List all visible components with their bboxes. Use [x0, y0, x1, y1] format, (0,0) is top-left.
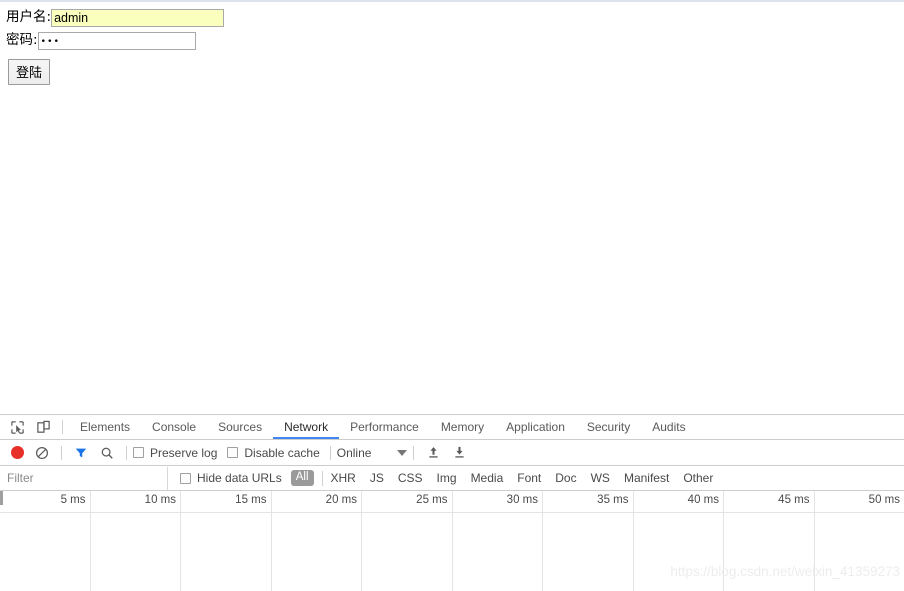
devtools-panel: Elements Console Sources Network Perform…: [0, 414, 904, 591]
username-input[interactable]: [51, 9, 225, 27]
timeline-column: 25 ms: [362, 491, 453, 591]
filter-type-doc[interactable]: Doc: [548, 471, 583, 485]
timeline-tick-label: 10 ms: [144, 494, 176, 506]
preserve-log-box[interactable]: [133, 447, 144, 458]
device-toolbar-icon[interactable]: [30, 415, 56, 439]
search-icon[interactable]: [94, 441, 120, 465]
filterbar-divider: [321, 470, 323, 486]
preserve-log-label: Preserve log: [150, 445, 218, 460]
toolbar-divider-2: [126, 445, 127, 460]
timeline-columns: 5 ms 10 ms 15 ms 20 ms 25 ms 30 ms 35 ms…: [0, 491, 904, 591]
username-label: 用户名:: [6, 9, 52, 26]
timeline-tick-label: 50 ms: [868, 494, 900, 506]
timeline-tick-label: 35 ms: [597, 494, 629, 506]
timeline-header-rule: [0, 512, 904, 513]
password-label: 密码:: [6, 32, 38, 49]
login-form: 用户名: 密码: ••• 登陆: [0, 2, 904, 85]
devtools-tabstrip: Elements Console Sources Network Perform…: [0, 415, 904, 440]
filter-funnel-icon[interactable]: [68, 441, 94, 465]
record-icon[interactable]: [11, 446, 24, 459]
timeline-column: 30 ms: [453, 491, 543, 591]
filter-input[interactable]: [0, 466, 168, 490]
throttling-value: Online: [336, 445, 372, 460]
tab-security[interactable]: Security: [576, 415, 641, 439]
username-row: 用户名:: [6, 8, 904, 28]
tab-network[interactable]: Network: [273, 415, 340, 439]
filter-type-ws[interactable]: WS: [584, 471, 617, 485]
timeline-tick-label: 40 ms: [687, 494, 719, 506]
network-timeline[interactable]: 5 ms 10 ms 15 ms 20 ms 25 ms 30 ms 35 ms…: [0, 491, 904, 591]
filter-type-all[interactable]: All: [290, 469, 314, 487]
timeline-column: 35 ms: [543, 491, 634, 591]
clear-icon[interactable]: [29, 441, 55, 465]
toolbar-divider-3: [329, 445, 331, 460]
preserve-log-checkbox[interactable]: Preserve log: [133, 446, 217, 460]
network-filter-bar: Hide data URLs All XHR JS CSS Img Media …: [0, 466, 904, 491]
timeline-column: 15 ms: [181, 491, 272, 591]
browser-page-viewport: 用户名: 密码: ••• 登陆: [0, 0, 904, 414]
password-row: 密码: •••: [6, 31, 904, 51]
tab-console[interactable]: Console: [141, 415, 207, 439]
filter-type-js[interactable]: JS: [363, 471, 391, 485]
tab-memory[interactable]: Memory: [430, 415, 495, 439]
tab-elements[interactable]: Elements: [69, 415, 141, 439]
filter-type-media[interactable]: Media: [464, 471, 511, 485]
filter-type-img[interactable]: Img: [430, 471, 464, 485]
disable-cache-label: Disable cache: [244, 445, 320, 460]
filter-type-font[interactable]: Font: [510, 471, 548, 485]
timeline-tick-label: 20 ms: [325, 494, 357, 506]
filter-type-manifest[interactable]: Manifest: [617, 471, 676, 485]
hide-data-urls-label: Hide data URLs: [197, 471, 282, 485]
inspect-element-icon[interactable]: [4, 415, 30, 439]
timeline-tick-label: 5 ms: [60, 494, 86, 506]
tab-application[interactable]: Application: [495, 415, 576, 439]
timeline-tick-label: 30 ms: [506, 494, 538, 506]
timeline-tick-label: 15 ms: [235, 494, 267, 506]
filter-type-xhr[interactable]: XHR: [324, 471, 363, 485]
timeline-column: 50 ms: [815, 491, 904, 591]
import-har-icon[interactable]: [420, 441, 446, 465]
tabstrip-divider: [62, 420, 63, 434]
password-input[interactable]: •••: [37, 32, 196, 50]
disable-cache-checkbox[interactable]: Disable cache: [227, 445, 320, 460]
tab-audits[interactable]: Audits: [641, 415, 696, 439]
hide-data-urls-box[interactable]: [180, 472, 191, 484]
toolbar-divider-4: [413, 445, 415, 460]
timeline-column: 10 ms: [91, 491, 181, 591]
toolbar-divider-1: [61, 445, 62, 460]
filter-type-css[interactable]: CSS: [391, 471, 430, 485]
timeline-tick-label: 45 ms: [778, 494, 810, 506]
timeline-column: 5 ms: [0, 491, 91, 591]
disable-cache-box[interactable]: [227, 447, 239, 458]
timeline-column: 45 ms: [724, 491, 815, 591]
hide-data-urls-checkbox[interactable]: Hide data URLs: [180, 471, 282, 485]
tab-performance[interactable]: Performance: [339, 415, 430, 439]
filter-type-other[interactable]: Other: [676, 471, 720, 485]
login-button[interactable]: 登陆: [8, 59, 51, 85]
timeline-tick-label: 25 ms: [416, 494, 448, 506]
throttling-dropdown[interactable]: Online: [337, 446, 408, 460]
timeline-column: 20 ms: [272, 491, 362, 591]
chevron-down-icon[interactable]: [397, 449, 408, 456]
password-masked-value: •••: [40, 37, 61, 47]
tab-sources[interactable]: Sources: [207, 415, 273, 439]
network-toolbar: Preserve log Disable cache Online: [0, 440, 904, 466]
timeline-column: 40 ms: [634, 491, 724, 591]
export-har-icon[interactable]: [446, 441, 472, 465]
